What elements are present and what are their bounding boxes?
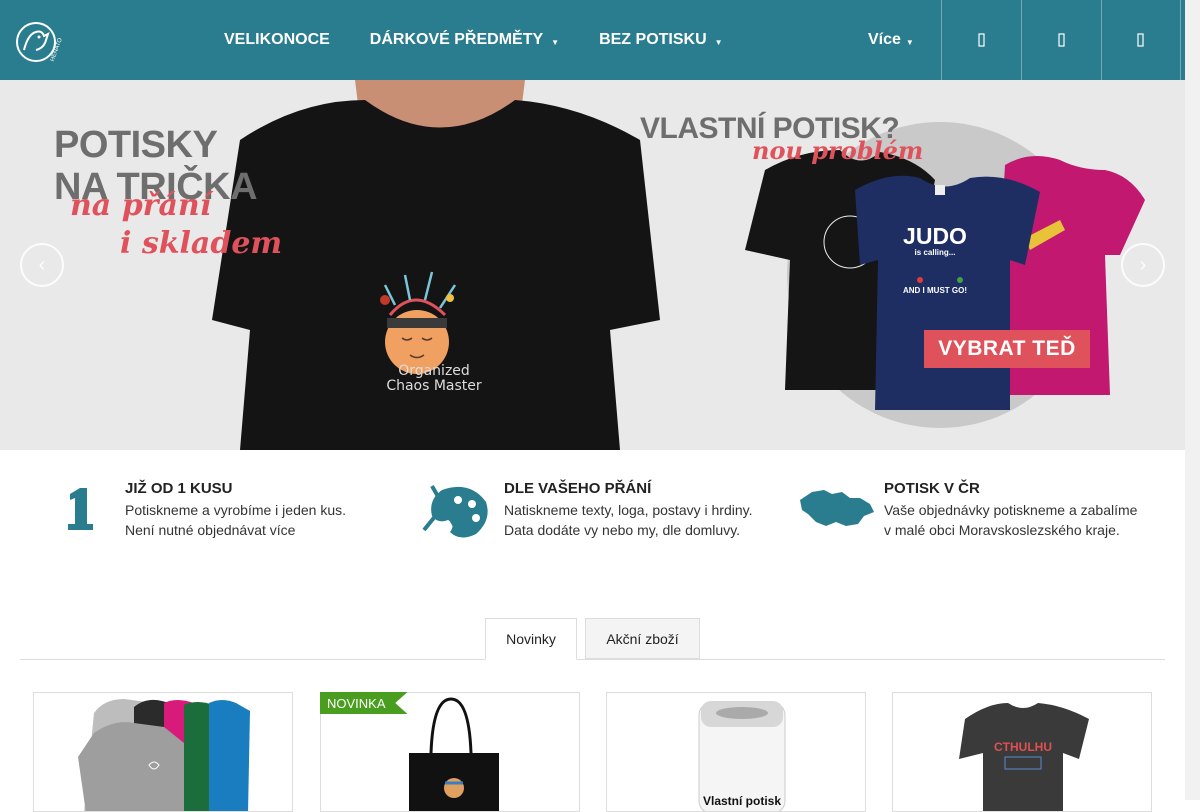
number-one-icon bbox=[60, 484, 100, 537]
feature-title: DLE VAŠEHO PŘÁNÍ bbox=[504, 480, 652, 497]
feature-text-line: Natiskneme texty, loga, postavy i hrdiny… bbox=[504, 502, 753, 518]
feature-text: Vaše objednávky potiskneme a zabalíme v … bbox=[884, 500, 1137, 540]
shirt-print-text: Organized Chaos Master bbox=[384, 364, 484, 394]
feature-text-line: Vaše objednávky potiskneme a zabalíme bbox=[884, 502, 1138, 518]
feature-text: Natiskneme texty, loga, postavy i hrdiny… bbox=[504, 500, 752, 540]
logo-icon: HENATO bbox=[16, 22, 64, 62]
badge-label: NOVINKA bbox=[327, 695, 386, 711]
more-menu-button[interactable]: Více ▼ bbox=[868, 0, 914, 80]
cta-label: VYBRAT TEĎ bbox=[938, 337, 1076, 360]
nav-item-label: VELIKONOCE bbox=[224, 31, 330, 48]
logo[interactable]: HENATO bbox=[14, 20, 64, 64]
chevron-down-icon: ▼ bbox=[905, 37, 914, 47]
judo-print-line: JUDO bbox=[903, 223, 967, 249]
svg-text:HENATO: HENATO bbox=[50, 37, 62, 62]
more-label: Více bbox=[868, 31, 901, 48]
tab-novinky[interactable]: Novinky bbox=[485, 618, 577, 660]
site-header: HENATO VELIKONOCE DÁRKOVÉ PŘEDMĚTY ▼ BEZ … bbox=[0, 0, 1185, 80]
tabs-divider bbox=[20, 659, 1165, 660]
nav-item-darkove-predmety[interactable]: DÁRKOVÉ PŘEDMĚTY ▼ bbox=[350, 31, 579, 49]
judo-print: JUDO is calling... AND I MUST GO! bbox=[895, 224, 975, 296]
nav-item-label: DÁRKOVÉ PŘEDMĚTY bbox=[369, 31, 544, 48]
shirt-print-line: Chaos Master bbox=[386, 378, 482, 394]
slider-prev-button[interactable]: ‹ bbox=[20, 243, 64, 287]
nav-item-velikonoce[interactable]: VELIKONOCE bbox=[204, 31, 350, 49]
tab-label: Novinky bbox=[506, 631, 556, 647]
product-card[interactable]: CTHULHU bbox=[892, 692, 1152, 812]
chevron-down-icon: ▼ bbox=[551, 37, 560, 47]
user-icon bbox=[1057, 33, 1065, 47]
hero-banner[interactable]: POTISKY NA TRIČKA na přání i skladem Org… bbox=[0, 80, 1185, 450]
judo-print-line: AND I MUST GO! bbox=[903, 286, 967, 295]
hoodie-dresses-image bbox=[78, 699, 250, 811]
feature-text-line: Data dodáte vy nebo my, dle domluvy. bbox=[504, 522, 741, 538]
shirt-print-line: Organized bbox=[398, 363, 470, 379]
chevron-right-icon: › bbox=[1139, 253, 1147, 276]
product-card[interactable] bbox=[33, 692, 293, 812]
slider-next-button[interactable]: › bbox=[1121, 243, 1165, 287]
product-card[interactable]: Vlastní potisk bbox=[606, 692, 866, 812]
feature-title: POTISK V ČR bbox=[884, 480, 980, 497]
search-button[interactable] bbox=[941, 0, 1021, 80]
chevron-left-icon: ‹ bbox=[38, 253, 46, 276]
nav-item-label: BEZ POTISKU bbox=[599, 31, 707, 48]
feature-text-line: Není nutné objednávat více bbox=[125, 522, 296, 538]
palette-brushes-icon bbox=[420, 480, 492, 545]
banner-right-script: nou problém bbox=[752, 136, 924, 165]
page-scrollbar[interactable] bbox=[1185, 0, 1200, 800]
tshirt-cthulhu-image: CTHULHU bbox=[959, 703, 1089, 811]
feature-text-line: Potiskneme a vyrobíme i jeden kus. bbox=[125, 502, 346, 518]
feature-text: Potiskneme a vyrobíme i jeden kus. Není … bbox=[125, 500, 346, 540]
account-button[interactable] bbox=[1021, 0, 1101, 80]
nav-item-bez-potisku[interactable]: BEZ POTISKU ▼ bbox=[579, 31, 742, 49]
thermo-can-image: Vlastní potisk bbox=[698, 701, 786, 811]
banner-script-line: na přání bbox=[70, 188, 212, 223]
cart-icon bbox=[1137, 33, 1144, 47]
svg-text:Vlastní potisk: Vlastní potisk bbox=[703, 794, 781, 808]
chevron-down-icon: ▼ bbox=[714, 37, 723, 47]
cart-button[interactable] bbox=[1101, 0, 1181, 80]
banner-script-line: i skladem bbox=[120, 226, 283, 261]
svg-text:CTHULHU: CTHULHU bbox=[994, 740, 1052, 754]
feature-title: JIŽ OD 1 KUSU bbox=[125, 480, 233, 497]
banner-title-line: POTISKY bbox=[54, 124, 218, 166]
czech-map-icon bbox=[798, 486, 876, 535]
feature-text-line: v malé obci Moravskoslezského kraje. bbox=[884, 522, 1120, 538]
tab-akcni-zbozi[interactable]: Akční zboží bbox=[585, 618, 700, 659]
main-nav: VELIKONOCE DÁRKOVÉ PŘEDMĚTY ▼ BEZ POTISKU… bbox=[204, 0, 743, 80]
search-icon bbox=[977, 33, 985, 47]
judo-print-line: is calling... bbox=[914, 248, 956, 257]
new-badge: NOVINKA bbox=[320, 692, 408, 714]
choose-now-button[interactable]: VYBRAT TEĎ bbox=[924, 330, 1090, 368]
tab-label: Akční zboží bbox=[606, 630, 679, 647]
